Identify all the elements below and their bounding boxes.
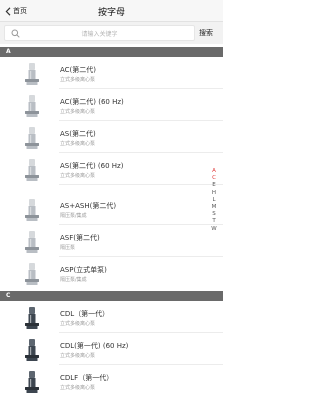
item-name: AS(第二代) xyxy=(60,130,96,138)
list-item[interactable]: AS(第二代) 立式多级离心泵 xyxy=(0,121,223,153)
product-thumbnail xyxy=(22,158,42,182)
product-thumbnail xyxy=(22,370,42,394)
list-item[interactable]: ASP(立式单泵) 隔压泵/集成 xyxy=(0,257,223,289)
section-header-a: A xyxy=(0,47,223,57)
item-desc: 隔压泵/集成 xyxy=(60,277,87,283)
item-name: AS(第二代) (60 Hz) xyxy=(60,162,124,170)
product-thumbnail xyxy=(22,94,42,118)
list-item[interactable]: CDLF（第一代） 立式多级离心泵 xyxy=(0,365,223,397)
item-name: CDLF（第一代） xyxy=(60,374,114,382)
list-item[interactable]: ASF(第二代) 隔压泵 xyxy=(0,225,223,257)
item-name: ASF(第二代) xyxy=(60,234,100,242)
search-button[interactable]: 搜索 xyxy=(199,28,213,38)
index-letter-m[interactable]: M xyxy=(212,204,217,211)
product-thumbnail xyxy=(22,230,42,254)
product-thumbnail xyxy=(22,126,42,150)
list-item[interactable]: CDL(第一代) (60 Hz) 立式多级离心泵 xyxy=(0,333,223,365)
index-letter-t[interactable]: T xyxy=(212,218,215,225)
item-desc: 立式多级离心泵 xyxy=(60,353,96,359)
list-item[interactable]: CDL（第一代） 立式多级离心泵 xyxy=(0,301,223,333)
product-thumbnail xyxy=(22,198,42,222)
item-name: AC(第二代) xyxy=(60,66,97,74)
list-item[interactable]: AS(第二代) (60 Hz) 立式多级离心泵 xyxy=(0,153,223,185)
search-input[interactable]: 请输入关键字 xyxy=(4,25,195,41)
product-thumbnail xyxy=(22,338,42,362)
item-name: CDL(第一代) (60 Hz) xyxy=(60,342,129,350)
item-desc: 立式多级离心泵 xyxy=(60,109,96,115)
item-name: AS+ASH(第二代) xyxy=(60,202,117,210)
index-letter-w[interactable]: W xyxy=(211,226,216,233)
item-name: CDL（第一代） xyxy=(60,310,110,318)
item-name: ASP(立式单泵) xyxy=(60,266,107,274)
item-desc: 立式多级离心泵 xyxy=(60,173,96,179)
item-desc: 隔压泵 xyxy=(60,245,76,251)
index-letter-h[interactable]: H xyxy=(212,190,216,197)
divider xyxy=(59,184,223,185)
item-desc: 隔压泵/集成 xyxy=(60,213,87,219)
index-letter-e[interactable]: E xyxy=(212,182,215,189)
index-letter-c[interactable]: C xyxy=(212,175,216,182)
search-bar: 请输入关键字 搜索 xyxy=(0,22,223,44)
page-title: 按字母 xyxy=(97,8,125,18)
top-nav-bar: 首页 按字母 xyxy=(0,0,223,22)
item-desc: 立式多级离心泵 xyxy=(60,77,96,83)
index-letter-s[interactable]: S xyxy=(212,211,216,218)
item-name: AC(第二代) (60 Hz) xyxy=(60,98,124,106)
index-letter-a[interactable]: A xyxy=(212,168,216,175)
list-item[interactable]: AC(第二代) (60 Hz) 立式多级离心泵 xyxy=(0,89,223,121)
product-thumbnail xyxy=(22,62,42,86)
alphabet-index: A C E H L M S T W xyxy=(209,168,219,233)
section-header-c: C xyxy=(0,291,223,301)
index-letter-l[interactable]: L xyxy=(212,197,215,204)
search-placeholder: 请输入关键字 xyxy=(81,31,118,38)
item-desc: 立式多级离心泵 xyxy=(60,385,96,391)
item-desc: 立式多级离心泵 xyxy=(60,141,96,147)
list-item[interactable]: AS+ASH(第二代) 隔压泵/集成 xyxy=(0,193,223,225)
product-thumbnail xyxy=(22,262,42,286)
list-item[interactable]: AC(第二代) 立式多级离心泵 xyxy=(0,57,223,89)
item-desc: 立式多级离心泵 xyxy=(60,321,96,327)
product-thumbnail xyxy=(22,306,42,330)
